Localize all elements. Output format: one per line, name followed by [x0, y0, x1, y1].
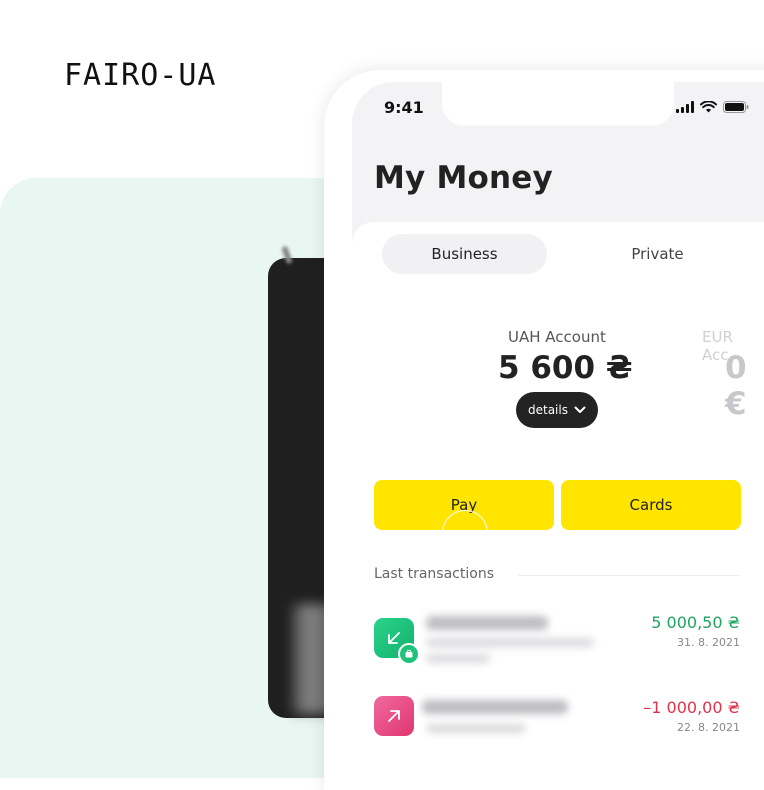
details-button[interactable]: details	[516, 392, 598, 428]
transaction-desc-redacted	[426, 724, 526, 733]
status-time: 9:41	[384, 98, 424, 117]
wifi-icon	[700, 101, 717, 113]
page-title: My Money	[374, 160, 553, 196]
account-label-uah: UAH Account	[508, 328, 606, 346]
battery-icon	[723, 101, 749, 113]
transaction-date: 22. 8. 2021	[677, 721, 740, 734]
transaction-amount: 5 000,50 ₴	[651, 613, 740, 632]
transaction-date: 31. 8. 2021	[677, 636, 740, 649]
transaction-amount: –1 000,00 ₴	[643, 698, 740, 717]
transaction-desc-redacted	[426, 638, 594, 647]
account-balance-eur: 0 €	[725, 350, 747, 422]
tab-business[interactable]: Business	[382, 234, 547, 274]
cards-button[interactable]: Cards	[561, 480, 741, 530]
transaction-name-redacted	[426, 616, 548, 630]
transaction-desc-redacted	[426, 654, 490, 663]
business-badge-icon	[398, 643, 420, 665]
details-button-label: details	[528, 403, 568, 417]
status-icons	[676, 101, 749, 113]
transaction-name-redacted	[422, 700, 568, 714]
account-balance-uah: 5 600 ₴	[498, 350, 633, 386]
signal-icon	[676, 101, 694, 113]
chevron-down-icon	[574, 406, 586, 413]
brand-logo: FAIRO-UA	[64, 57, 217, 94]
tab-private[interactable]: Private	[575, 234, 740, 274]
outgoing-arrow-icon	[374, 696, 414, 736]
phone-notch	[442, 82, 674, 126]
section-title-last-transactions: Last transactions	[374, 566, 494, 582]
section-divider	[518, 575, 740, 576]
